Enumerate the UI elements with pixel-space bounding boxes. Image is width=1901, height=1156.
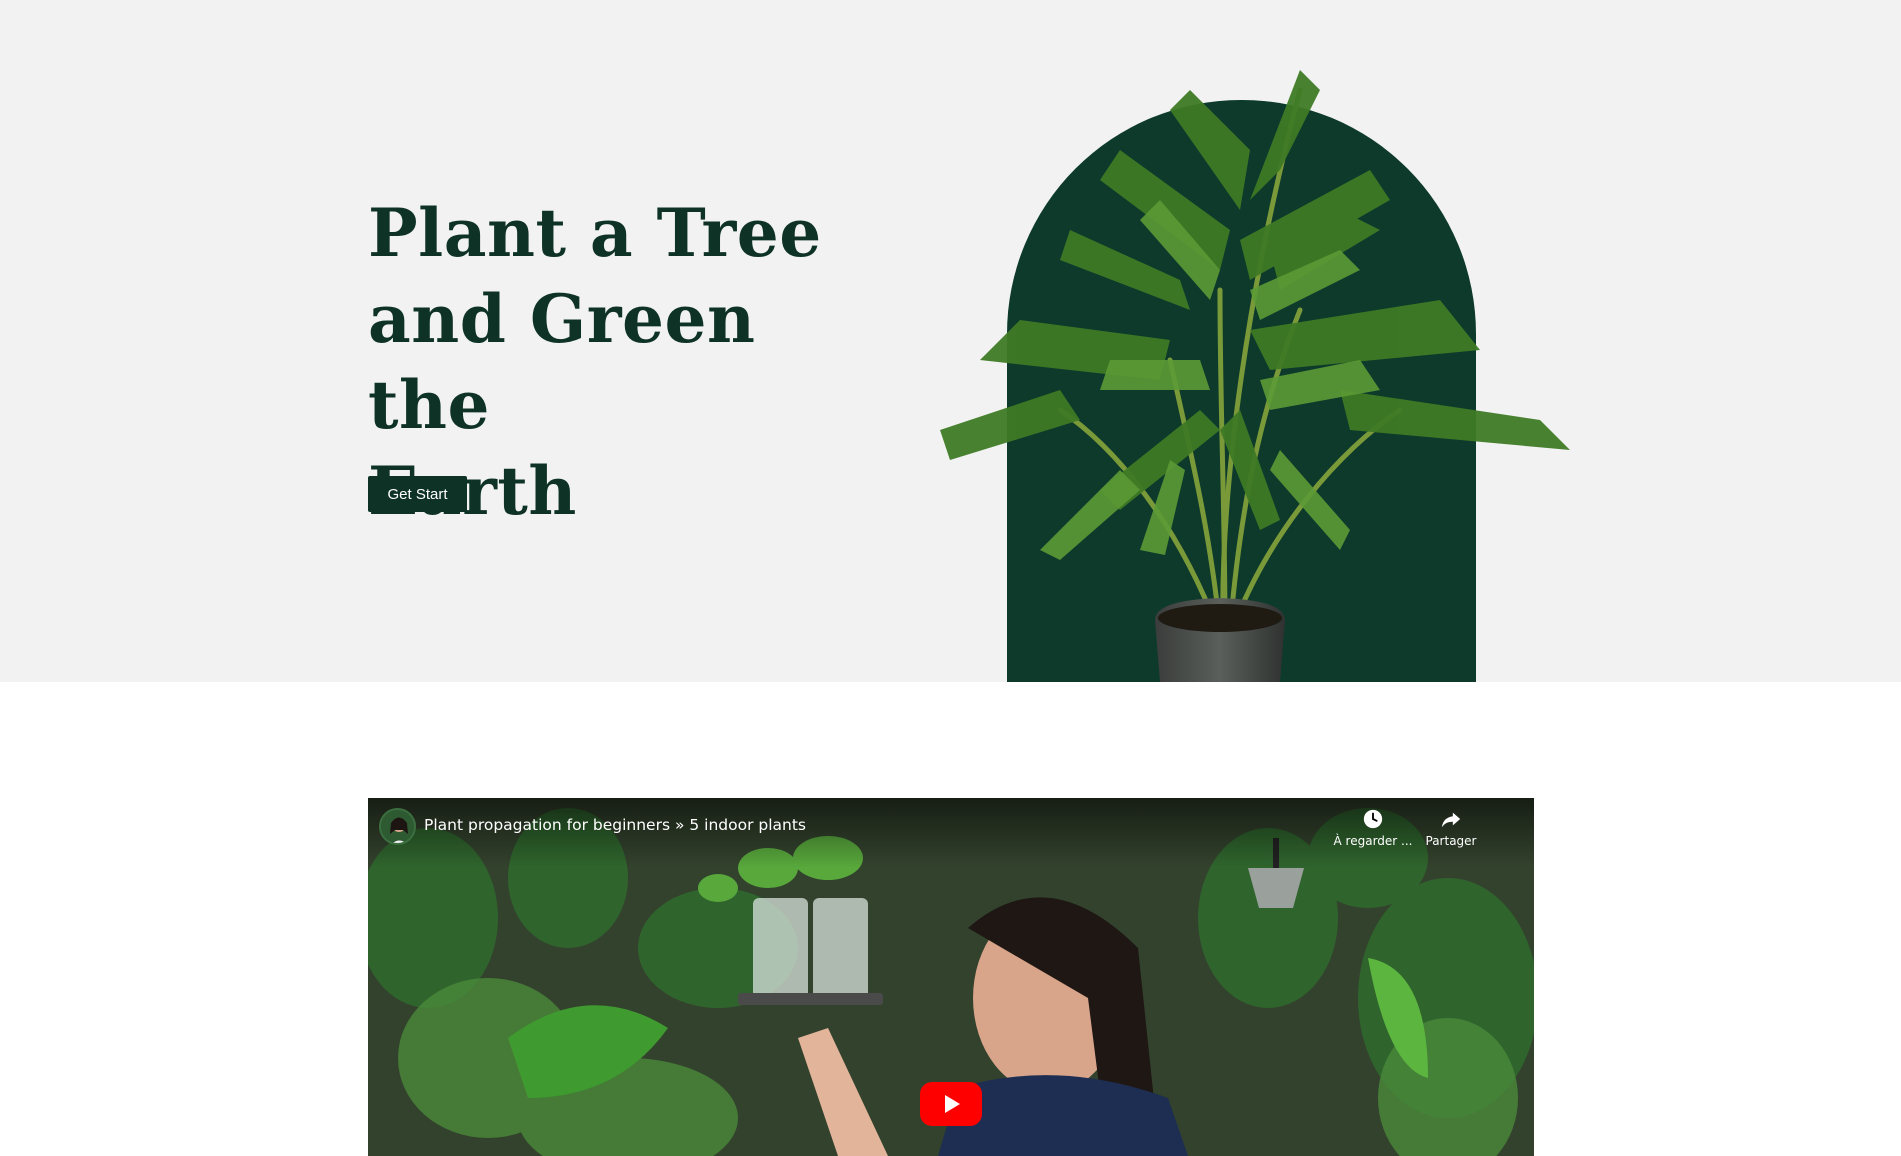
channel-avatar[interactable] [379,808,416,845]
hero-title-line-1: Plant a Tree [368,194,822,272]
clock-icon [1363,809,1383,829]
play-icon[interactable] [920,1082,982,1126]
hero-title-line-2: and Green the [368,280,756,444]
watch-later-label: À regarder ... [1333,834,1413,848]
video-title[interactable]: Plant propagation for beginners » 5 indo… [424,816,806,834]
share-label: Partager [1425,834,1477,848]
share-button[interactable]: Partager [1406,806,1496,856]
hero-section: Plant a Tree and Green the Earth Get Sta… [0,0,1901,682]
share-arrow-icon [1441,812,1461,828]
palm-plant-image [940,70,1570,682]
video-player[interactable]: Plant propagation for beginners » 5 indo… [368,798,1534,1156]
watch-later-button[interactable]: À regarder ... [1328,806,1418,856]
get-start-button[interactable]: Get Start [368,476,467,512]
